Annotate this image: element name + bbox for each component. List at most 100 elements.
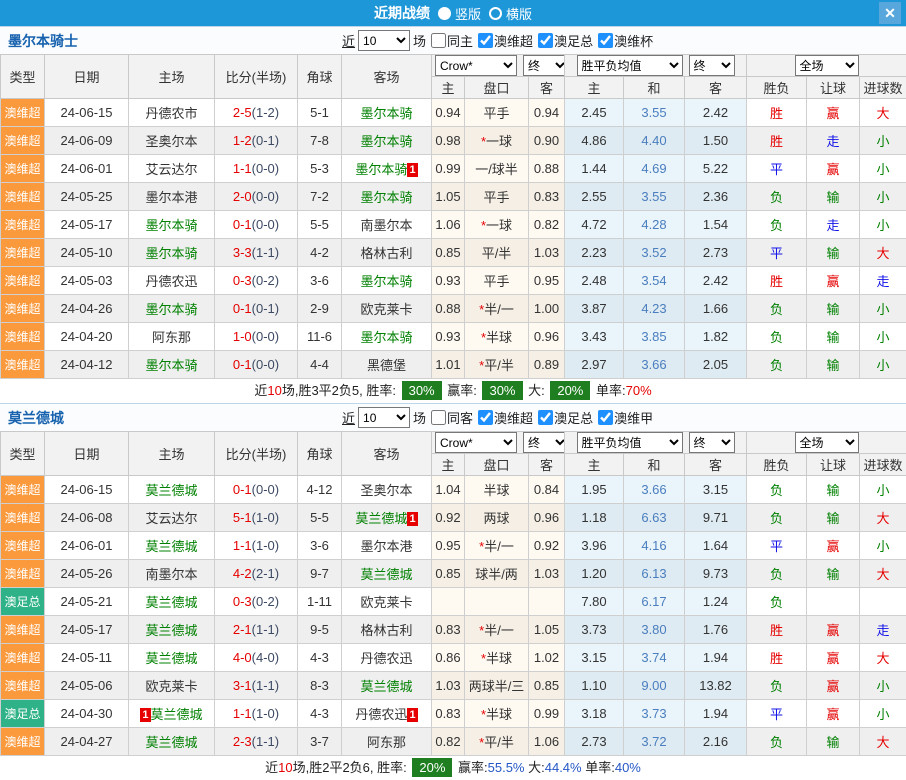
away-team: 丹德农迅1 (342, 700, 432, 728)
games-count-select[interactable]: 10 (358, 407, 410, 428)
league-filter-input-1[interactable] (538, 33, 553, 48)
sub-let-goal: 让球 (807, 77, 860, 99)
league-filter-checkbox-1[interactable]: 澳足总 (538, 408, 593, 427)
asian-handicap-line: *半球 (465, 700, 529, 728)
asian-home-odds: 1.05 (432, 183, 465, 211)
corner-score: 3-6 (298, 267, 342, 295)
same-venue-input[interactable] (431, 33, 446, 48)
league-filter-checkbox-1[interactable]: 澳足总 (538, 31, 593, 50)
fulltime-scope-select[interactable]: 全场 (795, 55, 859, 76)
corner-score: 3-6 (298, 532, 342, 560)
corner-score: 7-2 (298, 183, 342, 211)
score-halftime: 1-0(0-0) (215, 323, 298, 351)
final-initial-select-2[interactable]: 终 (689, 432, 735, 453)
euro-draw-odds: 3.55 (624, 183, 685, 211)
home-team-name: 墨尔本骑 (145, 302, 197, 317)
euro-away-odds: 5.22 (685, 155, 747, 183)
corner-score: 2-9 (298, 295, 342, 323)
final-initial-select[interactable]: 终 (523, 432, 565, 453)
same-venue-input[interactable] (431, 410, 446, 425)
asian-handicap-line: *一球 (465, 211, 529, 239)
corner-score: 11-6 (298, 323, 342, 351)
home-team: 墨尔本港 (129, 183, 215, 211)
sub-euro-draw: 和 (624, 77, 685, 99)
away-team-name: 阿东那 (367, 735, 406, 750)
layout-horizontal-radio[interactable] (489, 7, 502, 20)
same-venue-label: 同主 (447, 31, 473, 50)
result-goals (860, 588, 906, 616)
home-team-name: 艾云达尔 (145, 511, 197, 526)
euro-home-odds: 3.87 (565, 295, 624, 323)
league-filter-input-0[interactable] (478, 410, 493, 425)
league-filter-checkbox-2[interactable]: 澳维杯 (598, 31, 653, 50)
close-button[interactable]: ✕ (879, 2, 901, 24)
final-initial-select[interactable]: 终 (523, 55, 565, 76)
asian-away-odds: 0.90 (529, 127, 565, 155)
league-filter-input-2[interactable] (598, 410, 613, 425)
avg-odds-select[interactable]: 胜平负均值 (577, 55, 683, 76)
result-goals: 小 (860, 323, 906, 351)
final-initial-select-2[interactable]: 终 (689, 55, 735, 76)
euro-home-odds: 2.23 (565, 239, 624, 267)
col-type: 类型 (1, 432, 45, 476)
euro-home-odds: 7.80 (565, 588, 624, 616)
result-wdl: 胜 (747, 644, 807, 672)
league-filter-input-0[interactable] (478, 33, 493, 48)
result-goals: 小 (860, 476, 906, 504)
asian-away-odds: 0.96 (529, 323, 565, 351)
league-filter-checkbox-0[interactable]: 澳维超 (478, 31, 533, 50)
away-team-name: 圣奥尔本 (360, 483, 412, 498)
table-header-row: 类型日期主场比分(半场)角球客场Crow*终胜平负均值终全场 (1, 55, 906, 77)
home-team: 艾云达尔 (129, 504, 215, 532)
league-filter-input-2[interactable] (598, 33, 613, 48)
fulltime-scope-select[interactable]: 全场 (795, 432, 859, 453)
euro-away-odds: 2.05 (685, 351, 747, 379)
league-type-badge: 澳维超 (1, 476, 45, 504)
asian-home-odds: 0.82 (432, 728, 465, 756)
match-date: 24-04-27 (45, 728, 129, 756)
score-halftime: 0-1(0-1) (215, 295, 298, 323)
score-halftime: 1-1(1-0) (215, 532, 298, 560)
red-card-badge: 1 (407, 512, 417, 526)
games-count-select[interactable]: 10 (358, 30, 410, 51)
sub-handicap: 盘口 (465, 454, 529, 476)
euro-draw-odds: 3.73 (624, 700, 685, 728)
odds-company-select[interactable]: Crow* (435, 55, 517, 76)
home-team-name: 阿东那 (152, 330, 191, 345)
league-filter-checkbox-0[interactable]: 澳维超 (478, 408, 533, 427)
league-type-badge: 澳维超 (1, 672, 45, 700)
euro-away-odds: 2.16 (685, 728, 747, 756)
odds-company-select[interactable]: Crow* (435, 432, 517, 453)
asian-away-odds: 0.88 (529, 155, 565, 183)
score-halftime: 2-1(1-1) (215, 616, 298, 644)
league-type-badge: 澳维超 (1, 127, 45, 155)
asian-handicap-line: 半球 (465, 476, 529, 504)
sub-euro-home: 主 (565, 454, 624, 476)
same-venue-checkbox[interactable]: 同主 (431, 31, 473, 50)
away-team: 欧克莱卡 (342, 295, 432, 323)
league-type-badge: 澳维超 (1, 616, 45, 644)
home-team: 墨尔本骑 (129, 211, 215, 239)
summary-text: 10 (278, 760, 292, 775)
avg-odds-select[interactable]: 胜平负均值 (577, 432, 683, 453)
match-date: 24-05-26 (45, 560, 129, 588)
titlebar: 近期战绩 竖版 横版 ✕ (0, 0, 906, 26)
match-date: 24-06-15 (45, 99, 129, 127)
home-team-name: 莫兰德城 (145, 539, 197, 554)
home-team-name: 墨尔本骑 (145, 358, 197, 373)
league-filter-checkbox-2[interactable]: 澳维甲 (598, 408, 653, 427)
score-halftime: 1-1(1-0) (215, 700, 298, 728)
euro-away-odds: 3.15 (685, 476, 747, 504)
same-venue-checkbox[interactable]: 同客 (431, 408, 473, 427)
euro-draw-odds: 6.13 (624, 560, 685, 588)
home-team-name: 墨尔本骑 (145, 218, 197, 233)
league-filter-input-1[interactable] (538, 410, 553, 425)
layout-vertical-radio[interactable] (438, 7, 451, 20)
sub-result: 胜负 (747, 77, 807, 99)
asian-home-odds: 0.99 (432, 155, 465, 183)
games-unit-label: 场 (413, 408, 426, 427)
asian-away-odds: 0.99 (529, 700, 565, 728)
euro-away-odds: 2.73 (685, 239, 747, 267)
result-handicap: 赢 (807, 616, 860, 644)
sections-container: 墨尔本骑士近10场同主澳维超澳足总澳维杯类型日期主场比分(半场)角球客场Crow… (0, 26, 906, 780)
